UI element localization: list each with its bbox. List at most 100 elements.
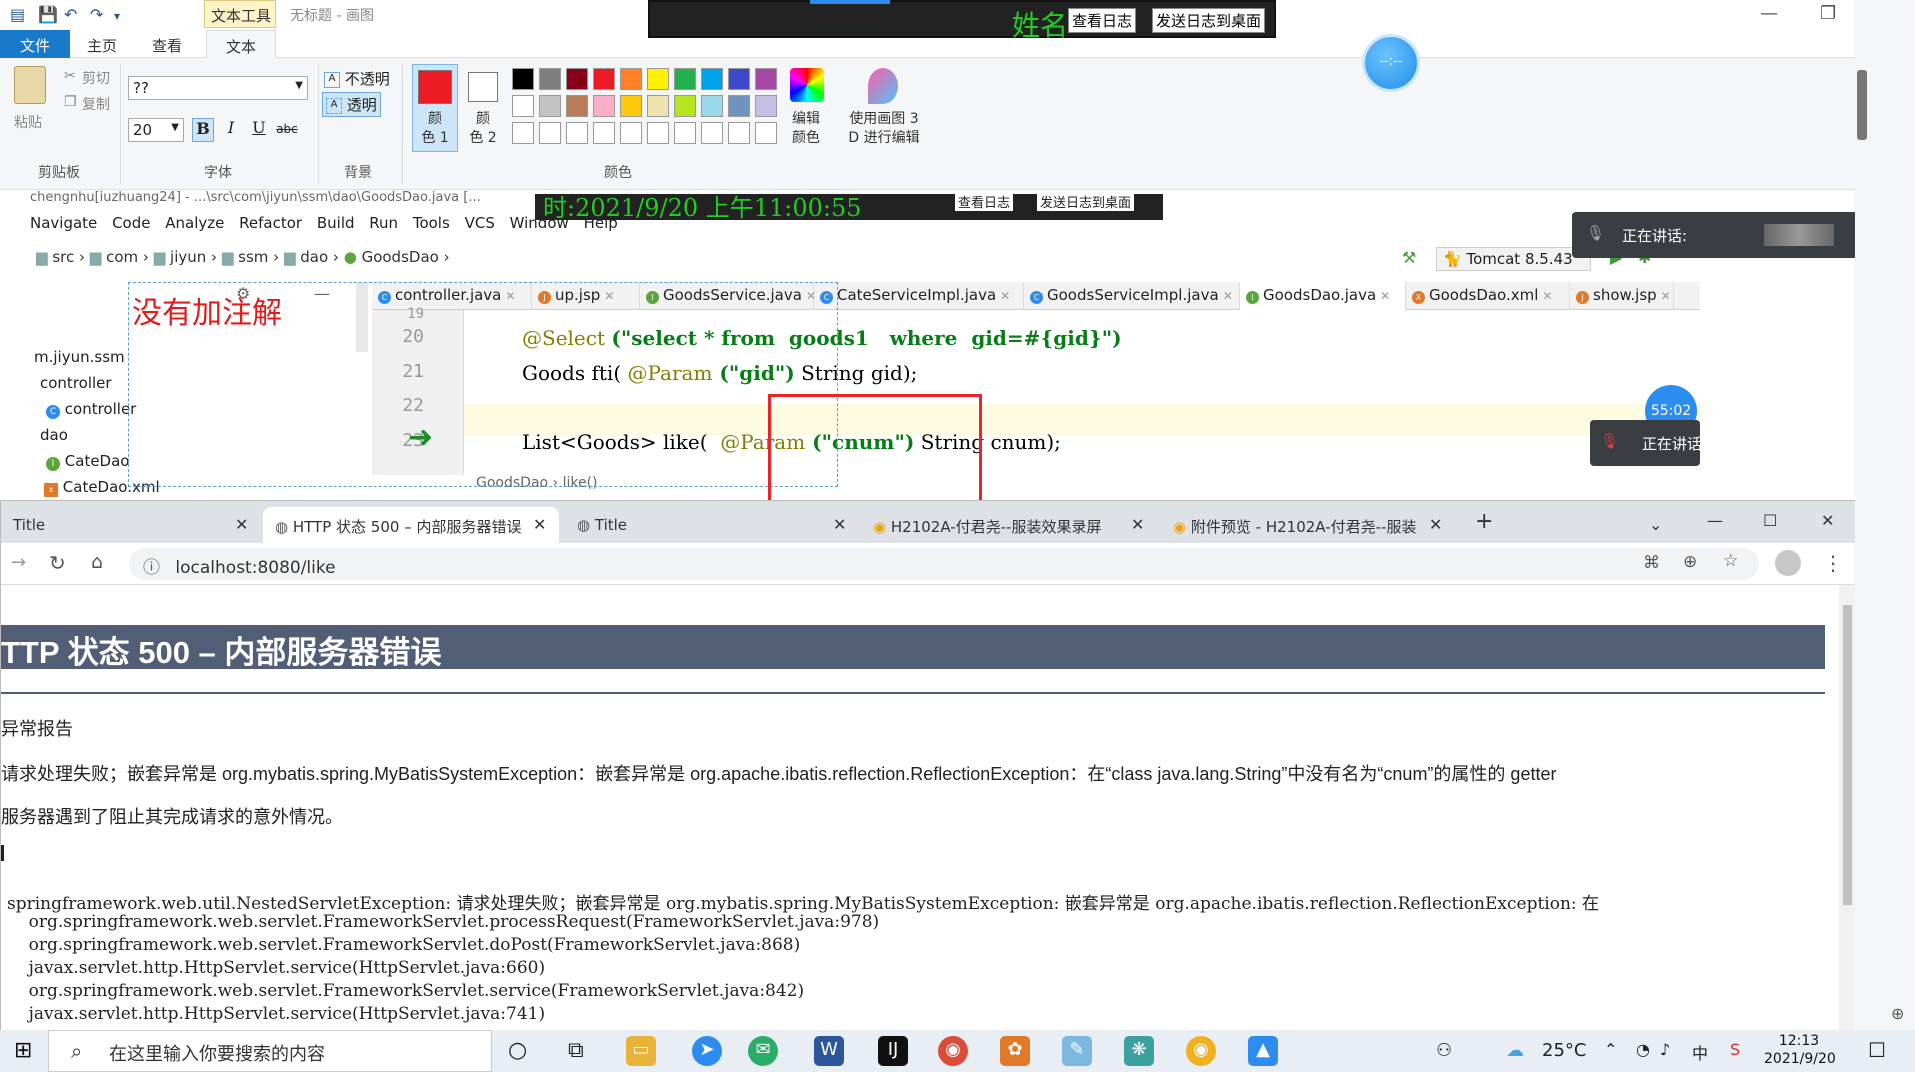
palette-swatch[interactable] — [674, 95, 696, 117]
forward-icon[interactable]: → — [11, 552, 26, 573]
menu-refactor[interactable]: Refactor — [239, 214, 302, 232]
paste-icon[interactable] — [14, 66, 46, 104]
breadcrumb-dao[interactable]: dao — [300, 248, 328, 266]
palette-swatch[interactable] — [647, 95, 669, 117]
paint3d-label[interactable]: 使用画图 3 D 进行编辑 — [840, 110, 928, 148]
palette-swatch[interactable] — [620, 95, 642, 117]
menu-code[interactable]: Code — [112, 214, 150, 232]
browser-tab-active[interactable]: ◍ HTTP 状态 500 – 内部服务器错误 — [263, 507, 559, 543]
palette-swatch[interactable] — [647, 122, 669, 144]
palette-swatch[interactable] — [539, 122, 561, 144]
palette-swatch[interactable] — [566, 122, 588, 144]
chrome-canary-icon[interactable]: ◉ — [1186, 1036, 1216, 1066]
redo-icon[interactable]: ↷ — [90, 5, 103, 24]
tree-item-dao-folder[interactable]: dao — [40, 426, 68, 444]
close-tab-icon[interactable]: ✕ — [1380, 289, 1390, 303]
chrome-icon[interactable]: ◉ — [938, 1036, 968, 1066]
cortana-icon[interactable]: ○ — [508, 1038, 527, 1063]
font-size-select[interactable]: 20 ▼ — [128, 118, 184, 142]
view-log-button[interactable]: 查看日志 — [1068, 8, 1137, 33]
wechat-icon[interactable]: ✉ — [748, 1036, 778, 1066]
paint-vertical-scroll[interactable] — [1857, 70, 1867, 140]
weather-temp[interactable]: 25°C — [1542, 1040, 1586, 1061]
taskbar-search[interactable]: ⌕ 在这里输入你要搜索的内容 — [48, 1030, 492, 1072]
palette-swatch[interactable] — [620, 122, 642, 144]
breadcrumb-goodsdao[interactable]: GoodsDao — [362, 248, 439, 266]
input-method-icon[interactable]: S — [1730, 1040, 1740, 1059]
editor-tab[interactable]: C CateServiceImpl.java ✕ — [814, 282, 1024, 310]
close-tab-icon[interactable]: ✕ — [1429, 515, 1442, 534]
paint-icon[interactable]: ✎ — [1062, 1036, 1092, 1066]
menu-vcs[interactable]: VCS — [465, 214, 495, 232]
palette-swatch[interactable] — [566, 95, 588, 117]
transparent-button[interactable]: A 透明 — [322, 92, 381, 117]
notification-icon[interactable]: ☐ — [1868, 1038, 1886, 1062]
copy-label[interactable]: 复制 — [82, 94, 110, 114]
palette-swatch[interactable] — [728, 95, 750, 117]
paste-label[interactable]: 粘贴 — [14, 112, 42, 132]
menu-window[interactable]: Window — [510, 214, 569, 232]
cut-label[interactable]: 剪切 — [82, 68, 110, 88]
palette-swatch[interactable] — [755, 68, 777, 90]
palette-swatch[interactable] — [701, 122, 723, 144]
menu-navigate[interactable]: Navigate — [30, 214, 97, 232]
close-tab-icon[interactable]: ✕ — [1661, 289, 1671, 303]
palette-swatch[interactable] — [593, 122, 615, 144]
feishu-icon[interactable]: ➤ — [692, 1036, 722, 1066]
app-icon[interactable]: ❋ — [1124, 1036, 1154, 1066]
tab-text[interactable]: 文本 — [206, 30, 276, 59]
palette-swatch[interactable] — [701, 95, 723, 117]
zoom-icon[interactable]: ⊕ — [1683, 552, 1697, 572]
editor-tab[interactable]: X GoodsDao.xml ✕ — [1406, 282, 1570, 310]
italic-button[interactable]: I — [220, 118, 242, 142]
tab-home[interactable]: 主页 — [70, 30, 134, 58]
close-tab-icon[interactable]: ✕ — [1223, 289, 1233, 303]
maximize-icon[interactable]: ❐ — [1820, 3, 1836, 24]
volume-icon[interactable]: ♪ — [1660, 1040, 1670, 1059]
palette-swatch[interactable] — [728, 122, 750, 144]
breadcrumb-jiyun[interactable]: jiyun — [170, 248, 206, 266]
tab-view[interactable]: 查看 — [134, 30, 200, 58]
palette-swatch[interactable] — [512, 122, 534, 144]
cut-icon[interactable]: ✂ — [64, 68, 76, 84]
minimize-icon[interactable]: — — [1760, 3, 1778, 24]
bookmark-star-icon[interactable]: ☆ — [1723, 551, 1738, 571]
network-icon[interactable]: ◔ — [1636, 1040, 1650, 1059]
browser-tab[interactable]: ◍ Title — [565, 507, 855, 543]
file-explorer-icon[interactable]: ▭ — [626, 1036, 656, 1066]
run-config-select[interactable]: 🐈 Tomcat 8.5.43 — [1436, 247, 1591, 271]
close-tab-icon[interactable]: ✕ — [1542, 289, 1552, 303]
palette-swatch[interactable] — [701, 68, 723, 90]
underline-button[interactable]: U — [248, 118, 270, 142]
undo-icon[interactable]: ↶ — [64, 5, 77, 24]
save-icon[interactable]: 💾 — [38, 5, 58, 24]
palette-swatch[interactable] — [755, 95, 777, 117]
palette-swatch[interactable] — [566, 68, 588, 90]
paint3d-icon[interactable] — [868, 68, 898, 104]
new-tab-icon[interactable]: + — [1475, 509, 1493, 534]
menu-analyze[interactable]: Analyze — [165, 214, 224, 232]
build-hammer-icon[interactable]: ⚒ — [1402, 248, 1416, 267]
palette-swatch[interactable] — [728, 68, 750, 90]
browser-tab[interactable]: ◉ H2102A-付君尧--服装效果录屏 — [861, 507, 1143, 543]
tree-item-controller-class[interactable]: C controller — [46, 400, 136, 419]
ide-view-log-button[interactable]: 查看日志 — [955, 192, 1014, 211]
copy-icon[interactable]: ❐ — [64, 94, 77, 110]
editor-tab[interactable]: Jshow.jsp ✕ — [1570, 282, 1674, 310]
editor-tab[interactable]: I GoodsDao.java ✕ — [1240, 282, 1406, 310]
close-tab-icon[interactable]: ✕ — [235, 515, 248, 534]
taskbar-clock[interactable]: 12:13 2021/9/20 — [1764, 1032, 1836, 1068]
home-icon[interactable]: ⌂ — [91, 551, 103, 573]
minimize-icon[interactable]: — — [1707, 511, 1723, 530]
translate-icon[interactable]: ⌘ — [1643, 553, 1660, 573]
breadcrumb-ssm[interactable]: ssm — [238, 248, 268, 266]
ide-send-log-button[interactable]: 发送日志到桌面 — [1037, 192, 1135, 211]
palette-swatch[interactable] — [593, 68, 615, 90]
palette-swatch[interactable] — [593, 95, 615, 117]
palette-swatch[interactable] — [539, 95, 561, 117]
browser-tab[interactable]: Title — [1, 507, 256, 543]
edit-colors-label[interactable]: 编辑 颜色 — [786, 110, 826, 148]
tree-item-package[interactable]: m.jiyun.ssm — [34, 348, 125, 366]
strikethrough-button[interactable]: abc — [276, 118, 298, 142]
tab-file[interactable]: 文件 — [0, 30, 70, 58]
